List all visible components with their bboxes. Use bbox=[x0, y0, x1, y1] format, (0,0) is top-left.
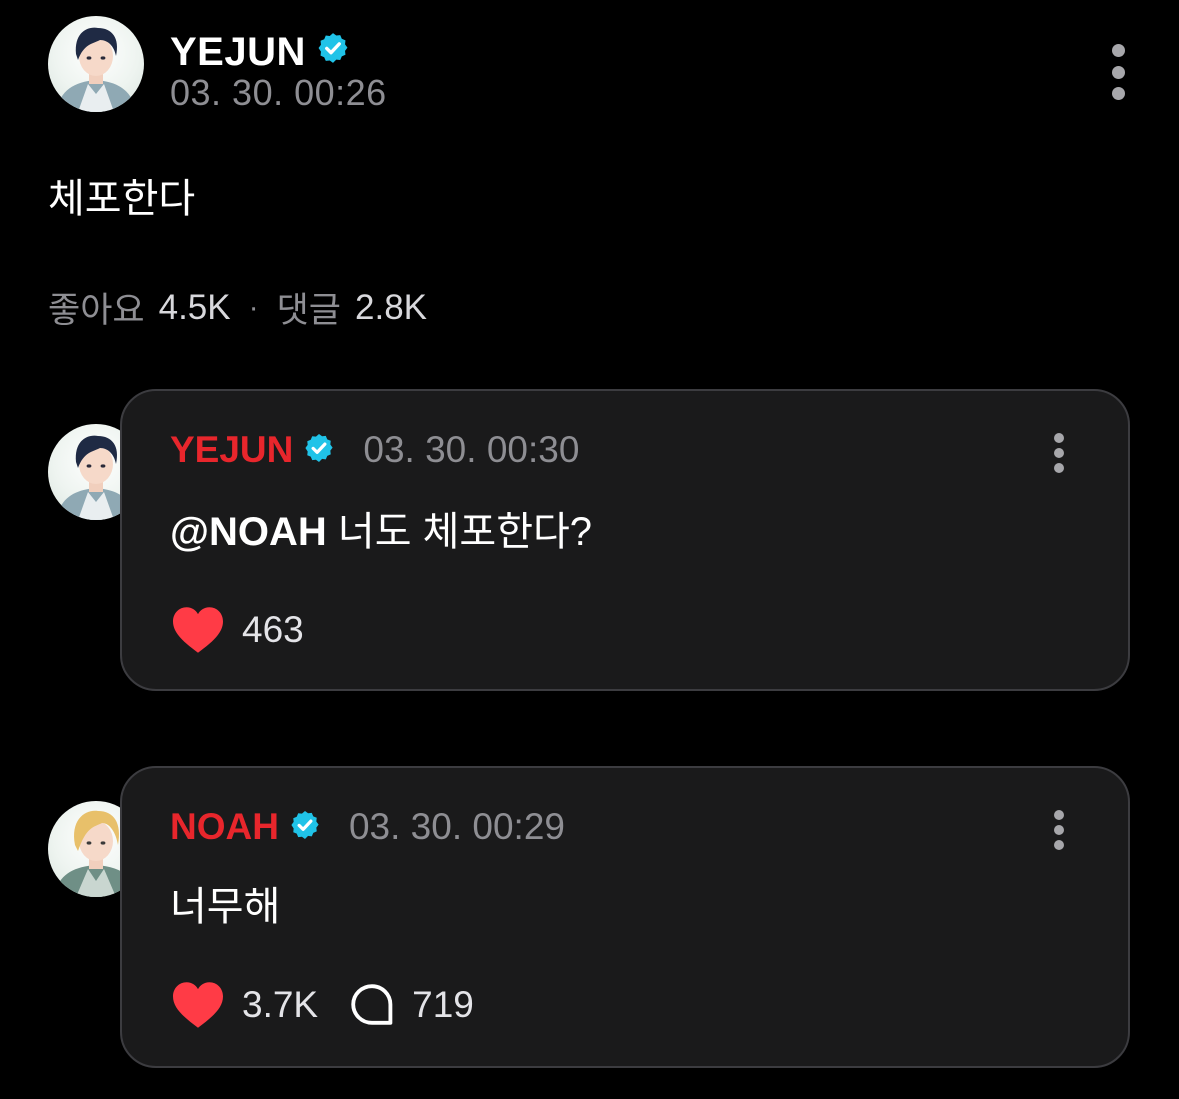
stats-separator: · bbox=[248, 290, 259, 324]
author-avatar[interactable] bbox=[48, 16, 144, 112]
comment-actions: 463 bbox=[170, 605, 304, 655]
post-author-name[interactable]: YEJUN bbox=[170, 30, 306, 75]
more-dot bbox=[1054, 433, 1064, 443]
mention-link[interactable]: @NOAH bbox=[170, 510, 327, 554]
comments-count[interactable]: 2.8K bbox=[355, 288, 427, 328]
heart-icon bbox=[173, 607, 223, 653]
more-dot bbox=[1054, 463, 1064, 473]
post-timestamp: 03. 30. 00:26 bbox=[170, 72, 387, 113]
comment-text: @NOAH 너도 체포한다? bbox=[170, 499, 592, 557]
verified-badge-icon bbox=[289, 809, 321, 846]
more-dot bbox=[1112, 44, 1125, 57]
verified-badge-icon bbox=[316, 30, 350, 75]
like-button[interactable]: 3.7K bbox=[170, 980, 318, 1030]
like-count: 463 bbox=[242, 609, 304, 650]
comment-timestamp: 03. 30. 00:29 bbox=[348, 806, 565, 847]
comment-author-name[interactable]: YEJUN bbox=[170, 429, 293, 471]
comment-more-icon[interactable] bbox=[1054, 810, 1066, 850]
post-author-row: YEJUN bbox=[170, 30, 350, 75]
more-dot bbox=[1112, 87, 1125, 100]
comment-text-body: 너도 체포한다? bbox=[326, 510, 593, 554]
like-button[interactable]: 463 bbox=[170, 605, 304, 655]
heart-icon bbox=[173, 982, 223, 1028]
likes-label[interactable]: 좋아요 bbox=[48, 282, 145, 333]
post-header: YEJUN 03. 30. 00:26 bbox=[48, 16, 1138, 113]
comment-more-icon[interactable] bbox=[1054, 433, 1066, 473]
comment-header: NOAH 03. 30. 00:29 bbox=[170, 806, 565, 848]
more-dot bbox=[1054, 840, 1064, 850]
more-dot bbox=[1112, 65, 1125, 79]
post-stats: 좋아요 4.5K · 댓글 2.8K bbox=[48, 282, 427, 333]
reply-count: 719 bbox=[412, 984, 474, 1025]
speech-bubble-icon bbox=[351, 984, 393, 1025]
more-dot bbox=[1054, 825, 1064, 835]
comment-header: YEJUN 03. 30. 00:30 bbox=[170, 429, 579, 471]
more-dot bbox=[1054, 810, 1064, 820]
like-count: 3.7K bbox=[242, 984, 319, 1025]
comment-author-name[interactable]: NOAH bbox=[170, 806, 279, 848]
post-page: YEJUN 03. 30. 00:26 체포한다 좋아요 4.5K · 댓글 2… bbox=[0, 0, 1179, 1099]
comment-card: NOAH 03. 30. 00:29 너무해 3.7K 719 bbox=[120, 766, 1130, 1068]
comment-actions: 3.7K 719 bbox=[170, 980, 474, 1030]
verified-badge-icon bbox=[303, 432, 335, 469]
likes-count[interactable]: 4.5K bbox=[159, 288, 231, 328]
avatar-yejun-illustration bbox=[56, 27, 136, 112]
post-more-icon[interactable] bbox=[1112, 44, 1126, 100]
comment-timestamp: 03. 30. 00:30 bbox=[363, 429, 580, 470]
reply-button[interactable]: 719 bbox=[348, 982, 474, 1028]
comment-card: YEJUN 03. 30. 00:30 @NOAH 너도 체포한다? 463 bbox=[120, 389, 1130, 691]
comments-label[interactable]: 댓글 bbox=[277, 282, 341, 333]
comment-text: 너무해 bbox=[170, 885, 281, 929]
more-dot bbox=[1054, 448, 1064, 458]
post-body-text: 체포한다 bbox=[48, 177, 196, 221]
